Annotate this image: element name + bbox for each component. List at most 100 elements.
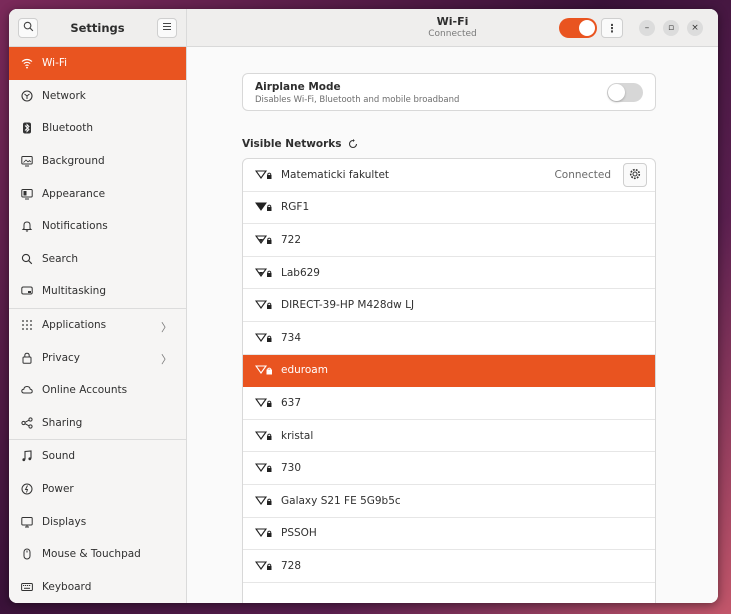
sidebar-item-appearance[interactable]: Appearance	[9, 177, 186, 210]
sidebar-item-label: Displays	[42, 515, 87, 528]
network-row[interactable]: Matematicki fakultet Connected	[243, 159, 655, 192]
sidebar-item-label: Online Accounts	[42, 384, 128, 397]
airplane-mode-row[interactable]: Airplane Mode Disables Wi-Fi, Bluetooth …	[242, 73, 656, 111]
wifi-secure-icon	[255, 462, 273, 474]
sidebar-item-label: Privacy	[42, 351, 81, 364]
display-icon	[21, 516, 33, 528]
apps-grid-icon	[21, 319, 33, 331]
wifi-secure-icon	[255, 234, 273, 246]
sidebar-item-privacy[interactable]: Privacy 〉	[9, 341, 186, 374]
sidebar-item-network[interactable]: Network	[9, 80, 186, 113]
airplane-mode-toggle[interactable]	[607, 83, 643, 102]
network-row[interactable]: kristal	[243, 420, 655, 453]
hamburger-menu-button[interactable]	[156, 17, 177, 38]
sidebar-item-wifi[interactable]: Wi-Fi	[9, 47, 186, 80]
cloud-icon	[21, 384, 33, 396]
network-row[interactable]: RGF1	[243, 192, 655, 225]
sidebar-item-mouse-touchpad[interactable]: Mouse & Touchpad	[9, 538, 186, 571]
sidebar-item-sharing[interactable]: Sharing	[9, 407, 186, 440]
sidebar-item-displays[interactable]: Displays	[9, 505, 186, 538]
sidebar-header: Settings	[9, 9, 186, 47]
sidebar-item-label: Background	[42, 155, 105, 168]
sidebar-item-search[interactable]: Search	[9, 243, 186, 276]
mouse-icon	[21, 548, 33, 560]
network-row[interactable]: 728	[243, 550, 655, 583]
music-note-icon	[21, 450, 33, 462]
bluetooth-icon	[21, 122, 33, 134]
search-icon	[21, 253, 33, 265]
network-name: 637	[281, 396, 302, 409]
network-name: Matematicki fakultet	[281, 168, 390, 181]
network-row[interactable]: 722	[243, 224, 655, 257]
network-row[interactable]: 734	[243, 322, 655, 355]
gear-icon	[629, 168, 641, 183]
sidebar-item-background[interactable]: Background	[9, 145, 186, 178]
minimize-button[interactable]: –	[639, 20, 655, 36]
sidebar-item-multitasking[interactable]: Multitasking	[9, 275, 186, 308]
sidebar-item-notifications[interactable]: Notifications	[9, 210, 186, 243]
network-name: 722	[281, 233, 302, 246]
sidebar-item-label: Sharing	[42, 416, 83, 429]
page-subtitle: Connected	[428, 29, 477, 39]
wifi-secure-icon	[255, 299, 273, 311]
sidebar-list: Wi-Fi Network Bluetooth Background Appea…	[9, 47, 186, 603]
maximize-icon: ▫	[667, 23, 675, 33]
sidebar-item-bluetooth[interactable]: Bluetooth	[9, 112, 186, 145]
multitasking-icon	[21, 285, 33, 297]
hamburger-icon	[162, 21, 172, 34]
network-list: Matematicki fakultet Connected RGF1 722 …	[242, 158, 656, 603]
keyboard-icon	[21, 581, 33, 593]
minimize-icon: –	[644, 23, 650, 33]
sidebar-item-label: Bluetooth	[42, 122, 93, 135]
settings-window: Settings Wi-Fi Network Bluetooth Backgro…	[9, 9, 718, 603]
chevron-right-icon: 〉	[161, 320, 172, 334]
visible-networks-heading: Visible Networks	[242, 138, 358, 150]
sidebar-item-power[interactable]: Power	[9, 473, 186, 506]
close-button[interactable]: ×	[687, 20, 703, 36]
sidebar-item-label: Appearance	[42, 187, 106, 200]
wifi-panel: Airplane Mode Disables Wi-Fi, Bluetooth …	[187, 47, 718, 603]
sidebar-item-label: Notifications	[42, 220, 108, 233]
wifi-icon	[21, 57, 33, 69]
wifi-secure-icon	[255, 169, 273, 181]
header-bar: Wi-Fi Connected ⋮ – ▫ ×	[187, 9, 718, 47]
network-name: 728	[281, 559, 302, 572]
network-name: DIRECT-39-HP M428dw LJ	[281, 299, 415, 312]
network-row[interactable]: 637	[243, 387, 655, 420]
wifi-toggle[interactable]	[559, 18, 597, 38]
wifi-secure-icon	[255, 267, 273, 279]
wifi-secure-icon	[255, 332, 273, 344]
sidebar: Settings Wi-Fi Network Bluetooth Backgro…	[9, 9, 187, 603]
network-name: Galaxy S21 FE 5G9b5c	[281, 494, 401, 507]
sidebar-item-label: Wi-Fi	[42, 57, 68, 70]
wifi-secure-icon	[255, 527, 273, 539]
airplane-mode-description: Disables Wi-Fi, Bluetooth and mobile bro…	[255, 95, 460, 105]
maximize-button[interactable]: ▫	[663, 20, 679, 36]
network-row[interactable]: DIRECT-39-HP M428dw LJ	[243, 289, 655, 322]
network-name: 730	[281, 462, 302, 475]
network-row[interactable]: Lab629	[243, 257, 655, 290]
sidebar-title: Settings	[70, 20, 125, 35]
network-settings-button[interactable]	[623, 163, 647, 187]
search-icon	[23, 21, 34, 35]
wifi-secure-icon	[255, 560, 273, 572]
sidebar-item-keyboard[interactable]: Keyboard	[9, 571, 186, 604]
search-button[interactable]	[18, 17, 38, 38]
sidebar-item-label: Applications	[42, 319, 107, 332]
lock-icon	[21, 352, 33, 364]
sidebar-item-online-accounts[interactable]: Online Accounts	[9, 374, 186, 407]
network-row[interactable]: Galaxy S21 FE 5G9b5c	[243, 485, 655, 518]
sidebar-item-sound[interactable]: Sound	[9, 440, 186, 473]
network-row[interactable]: PSSOH	[243, 518, 655, 551]
sidebar-item-label: Multitasking	[42, 285, 107, 298]
chevron-right-icon: 〉	[161, 353, 172, 367]
appearance-icon	[21, 188, 33, 200]
sidebar-item-label: Power	[42, 483, 74, 496]
more-menu-button[interactable]: ⋮	[601, 18, 623, 38]
airplane-mode-title: Airplane Mode	[255, 81, 341, 93]
network-row[interactable]: 730	[243, 452, 655, 485]
sidebar-item-applications[interactable]: Applications 〉	[9, 309, 186, 342]
network-row-selected[interactable]: eduroam	[243, 354, 655, 388]
kebab-menu-icon: ⋮	[606, 21, 618, 35]
visible-networks-label: Visible Networks	[242, 138, 342, 150]
